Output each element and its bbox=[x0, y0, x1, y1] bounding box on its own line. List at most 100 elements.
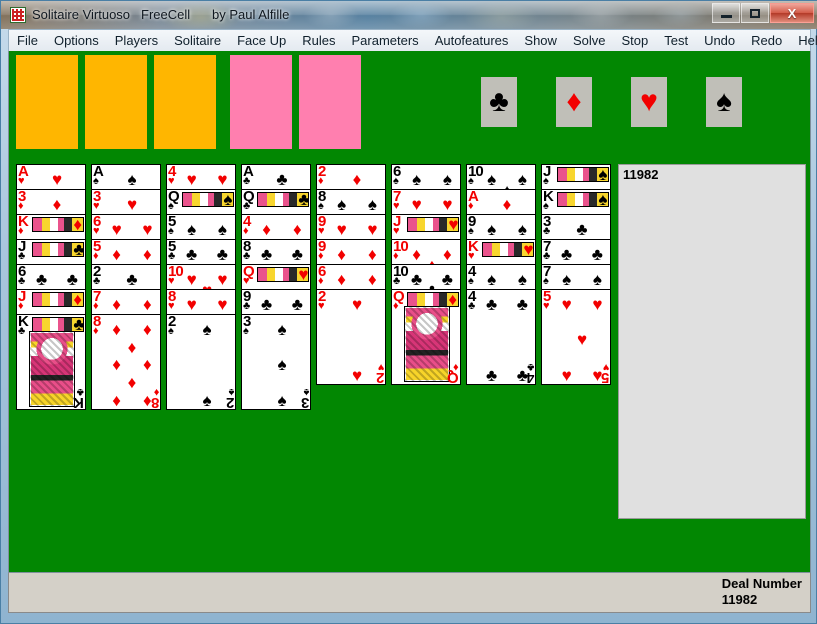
card-3-spades[interactable]: 3 ♠ ♠ ♠ ♠ 3 ♠ bbox=[241, 314, 311, 410]
free-cell-3[interactable] bbox=[154, 55, 216, 149]
tableau-column-5[interactable]: 2 ♦ ♦ 8 ♠ ♠ ♠ 9 ♥ ♥ ♥ 9 ♦ ♦ ♦ 6 ♦ ♦ ♦ 2 ♥ ♥ ♥ 2 ♥ bbox=[316, 164, 386, 385]
close-button[interactable]: X bbox=[770, 3, 814, 23]
card-pip: ♥ bbox=[51, 169, 63, 189]
minimize-button[interactable] bbox=[712, 3, 740, 23]
card-pip: ♥ bbox=[217, 294, 228, 314]
card-pip: ♠ bbox=[487, 269, 497, 289]
card-pip: ♠ bbox=[223, 190, 233, 209]
card-8-diamonds[interactable]: 8 ♦ ♦ ♦ ♦ ♦ ♦ ♦ ♦ ♦ 8 ♦ bbox=[91, 314, 161, 410]
card-pip: ♠ bbox=[367, 194, 377, 214]
maximize-button[interactable] bbox=[741, 3, 769, 23]
card-pip: ♠ bbox=[187, 219, 197, 239]
title-bar[interactable]: Solitaire Virtuoso FreeCell by Paul Alfi… bbox=[1, 1, 817, 29]
card-corner-index: 3 ♦ bbox=[18, 189, 26, 212]
card-pip: ♦ bbox=[368, 269, 377, 289]
card-pip: ♣ bbox=[516, 294, 528, 314]
menu-item-solitaire[interactable]: Solitaire bbox=[166, 31, 229, 50]
card-corner-index: Q ♦ bbox=[393, 289, 405, 312]
foundation-hearts[interactable]: ♥ bbox=[618, 55, 680, 149]
free-cell-5[interactable] bbox=[299, 55, 361, 149]
deal-info-panel[interactable]: 11982 bbox=[618, 164, 806, 519]
menu-item-show[interactable]: Show bbox=[516, 31, 565, 50]
card-pip-area: ♠ ♠ ♠ bbox=[258, 316, 306, 409]
card-K-clubs[interactable]: K ♣ ♣ K ♣ bbox=[16, 314, 86, 410]
card-2-hearts[interactable]: 2 ♥ ♥ ♥ 2 ♥ bbox=[316, 289, 386, 385]
card-pip: ♦ bbox=[112, 319, 121, 339]
card-pip: ♦ bbox=[502, 194, 512, 214]
foundation-spades[interactable]: ♠ bbox=[693, 55, 755, 149]
card-pip: ♠ bbox=[487, 169, 497, 189]
card-corner-index: 10 ♦ bbox=[393, 239, 409, 262]
card-corner-index: 8 ♣ bbox=[243, 239, 251, 262]
menu-item-rules[interactable]: Rules bbox=[294, 31, 343, 50]
card-corner-index: J ♣ bbox=[18, 239, 26, 262]
menu-item-options[interactable]: Options bbox=[46, 31, 107, 50]
card-pip: ♦ bbox=[143, 244, 152, 264]
menu-item-help[interactable]: Help bbox=[790, 31, 817, 50]
card-pip: ♣ bbox=[441, 269, 453, 289]
card-corner-index: 5 ♥ bbox=[543, 289, 551, 312]
card-corner-index: 2 ♥ bbox=[318, 289, 326, 312]
card-pip: ♣ bbox=[66, 269, 78, 289]
card-pip: ♠ bbox=[598, 190, 608, 209]
card-pip: ♥ bbox=[561, 294, 572, 314]
card-pip: ♥ bbox=[111, 219, 122, 239]
card-5-hearts[interactable]: 5 ♥ ♥ ♥ ♥ ♥ ♥ 5 ♥ bbox=[541, 289, 611, 385]
card-corner-index: 10 ♠ bbox=[468, 164, 484, 187]
card-corner-index: 4 ♠ bbox=[468, 264, 476, 287]
card-pip: ♠ bbox=[592, 269, 602, 289]
card-corner-index: 8 ♥ bbox=[168, 289, 176, 312]
card-pip: ♠ bbox=[277, 319, 287, 339]
tableau-column-8[interactable]: J ♠ ♠ K ♠ ♠ 3 ♣ ♣ 7 ♣ ♣ ♣ 7 ♠ ♠ ♠ 5 ♥ ♥ ♥ ♥ ♥ ♥ 5 ♥ bbox=[541, 164, 611, 385]
card-pip: ♥ bbox=[217, 169, 228, 189]
card-pip: ♦ bbox=[448, 290, 457, 309]
foundation-diamonds[interactable]: ♦ bbox=[543, 55, 605, 149]
free-cell-2[interactable] bbox=[85, 55, 147, 149]
card-pip: ♣ bbox=[73, 240, 85, 259]
menu-item-autofeatures[interactable]: Autofeatures bbox=[427, 31, 517, 50]
card-pip: ♣ bbox=[291, 244, 303, 264]
card-pip: ♣ bbox=[486, 294, 498, 314]
card-corner-index: 9 ♦ bbox=[318, 239, 326, 262]
card-pip: ♠ bbox=[127, 169, 137, 189]
tableau-column-3[interactable]: 4♥♥♥Q♠♠5♠♠♠5♣♣♣10♥♥♥♥8♥♥♥2♠♠♠2♠ bbox=[166, 164, 236, 410]
foundation-clubs[interactable]: ♣ bbox=[468, 55, 530, 149]
menu-item-parameters[interactable]: Parameters bbox=[343, 31, 426, 50]
menu-item-undo[interactable]: Undo bbox=[696, 31, 743, 50]
card-4-clubs[interactable]: 4 ♣ ♣ ♣ ♣ ♣ 4 ♣ bbox=[466, 289, 536, 385]
menu-bar: File Options Players Solitaire Face Up Rules P… bbox=[8, 29, 817, 51]
menu-item-redo[interactable]: Redo bbox=[743, 31, 790, 50]
card-pip: ♥ bbox=[351, 294, 363, 314]
tableau-column-7[interactable]: 10♠♠♠♠A♦♦9♠♠♠K♥♥4♠♠♠4♣♣♣♣♣4♣ bbox=[466, 164, 536, 385]
card-pip: ♣ bbox=[561, 244, 573, 264]
card-corner-index: J ♦ bbox=[18, 289, 26, 312]
game-board: ♣ ♦ ♥ ♠ A ♥ ♥ 3 ♦ ♦ K ♦ ♦ J ♣ ♣ 6 ♣ ♣ ♣ J ♦ ♦ K ♣ ♣ K ♣ A ♠ ♠ 3 ♥ ♥ 6 ♥ ♥ ♥ 5… bbox=[8, 51, 811, 573]
card-2-spades[interactable]: 2 ♠ ♠ ♠ 2 ♠ bbox=[166, 314, 236, 410]
card-corner-index: 4 ♥ bbox=[168, 164, 176, 187]
card-pip: ♥ bbox=[576, 330, 588, 350]
free-cell-1[interactable] bbox=[16, 55, 78, 149]
window-frame: Solitaire Virtuoso FreeCell by Paul Alfi… bbox=[0, 0, 817, 624]
menu-item-solve[interactable]: Solve bbox=[565, 31, 614, 50]
card-corner-index: 5 ♣ bbox=[168, 239, 176, 262]
menu-item-face-up[interactable]: Face Up bbox=[229, 31, 294, 50]
tableau-column-2[interactable]: A ♠ ♠ 3 ♥ ♥ 6 ♥ ♥ ♥ 5 ♦ ♦ ♦ 2 ♣ ♣ 7 ♦ ♦ ♦ 8 ♦ ♦ ♦ ♦ ♦ ♦ ♦ ♦ ♦ 8 ♦ bbox=[91, 164, 161, 410]
tableau-column-6[interactable]: 6♠♠♠7♥♥♥J♥♥10♦♦♦♦10♣♣♣♣Q♦♦Q♦ bbox=[391, 164, 461, 385]
card-pip: ♦ bbox=[73, 215, 82, 234]
menu-item-file[interactable]: File bbox=[9, 31, 46, 50]
menu-item-stop[interactable]: Stop bbox=[613, 31, 656, 50]
card-pip: ♥ bbox=[186, 269, 197, 289]
card-pip-area: ♣ ♣ ♣ ♣ bbox=[483, 291, 531, 384]
card-pip: ♦ bbox=[143, 294, 152, 314]
tableau-column-1[interactable]: A ♥ ♥ 3 ♦ ♦ K ♦ ♦ J ♣ ♣ 6 ♣ ♣ ♣ J ♦ ♦ K ♣ ♣ K ♣ bbox=[16, 164, 86, 410]
card-Q-diamonds[interactable]: Q ♦ ♦ Q ♦ bbox=[391, 289, 461, 385]
free-cell-4[interactable] bbox=[230, 55, 292, 149]
application-window: Solitaire Virtuoso FreeCell by Paul Alfi… bbox=[0, 0, 817, 624]
card-corner-index: A ♣ bbox=[243, 164, 254, 187]
card-pip: ♦ bbox=[262, 219, 271, 239]
card-pip-area: ♦ ♦ ♦ ♦ ♦ ♦ ♦ ♦ bbox=[108, 316, 156, 409]
menu-item-test[interactable]: Test bbox=[656, 31, 696, 50]
tableau-column-4[interactable]: A ♣ ♣ Q ♣ ♣ 4 ♦ ♦ ♦ 8 ♣ ♣ ♣ Q ♥ ♥ 9 ♣ ♣ ♣ 3 ♠ ♠ ♠ ♠ 3 ♠ bbox=[241, 164, 311, 410]
menu-item-players[interactable]: Players bbox=[107, 31, 166, 50]
card-pip: ♦ bbox=[112, 244, 121, 264]
